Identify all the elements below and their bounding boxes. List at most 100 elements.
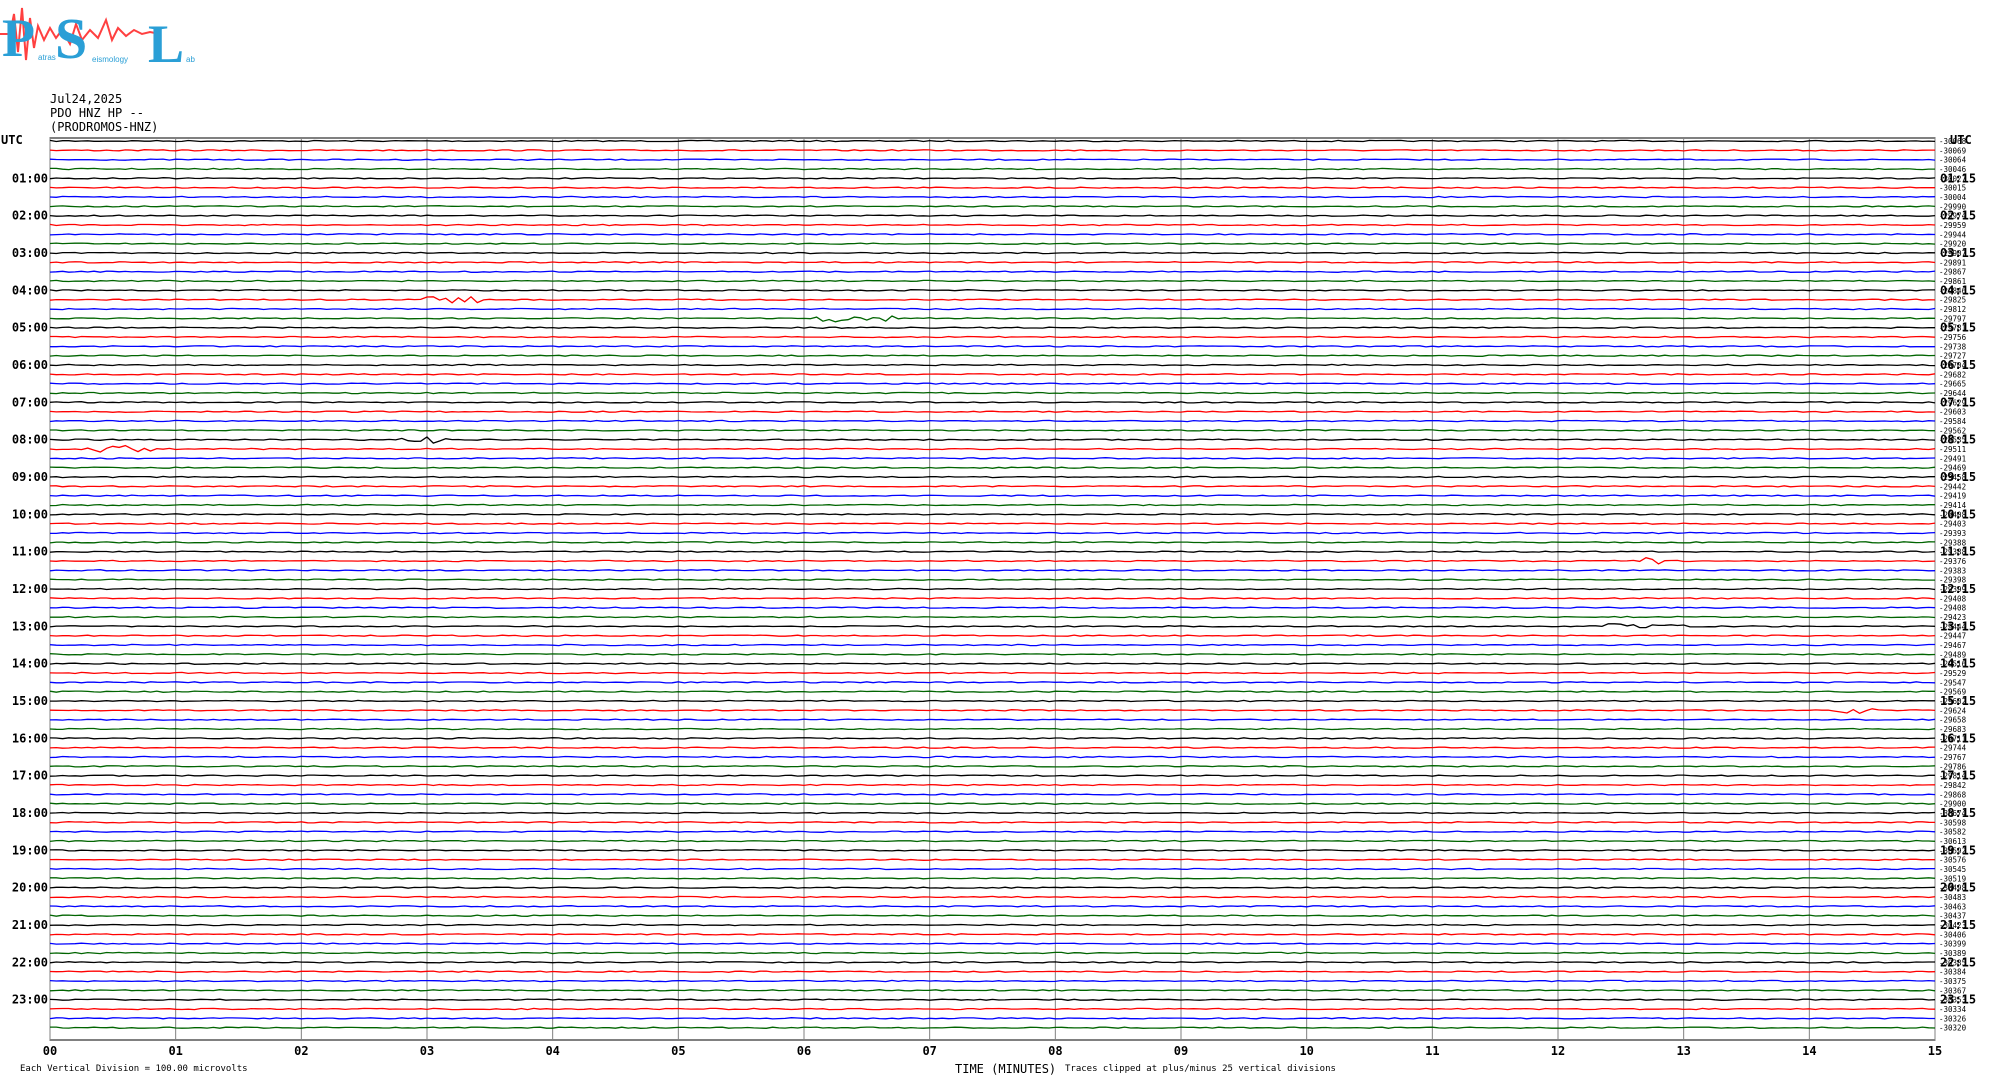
trace-offset-label: -29767 xyxy=(1939,753,1966,762)
x-tick-label: 08 xyxy=(1048,1044,1062,1058)
trace-line xyxy=(49,886,1936,889)
trace-line xyxy=(49,557,1936,565)
left-hour-label: 02:00 xyxy=(12,209,48,223)
left-hour-label: 17:00 xyxy=(12,769,48,783)
trace-offset-label: -30320 xyxy=(1939,1024,1967,1033)
trace-line xyxy=(49,513,1936,516)
right-hour-label: 03:15 xyxy=(1940,246,1976,260)
trace-line xyxy=(49,149,1935,152)
trace-offset-label: -29944 xyxy=(1939,230,1967,239)
right-hour-label: 13:15 xyxy=(1940,619,1976,633)
trace-line xyxy=(50,429,1936,432)
trace-line xyxy=(49,569,1936,572)
trace-line xyxy=(49,503,1935,507)
trace-line xyxy=(49,681,1936,684)
trace-line xyxy=(49,466,1936,469)
trace-line xyxy=(49,951,1936,955)
trace-offset-label: -30463 xyxy=(1939,902,1966,911)
footer-clip-note: Traces clipped at plus/minus 25 vertical… xyxy=(1065,1064,1336,1074)
left-hour-label: 06:00 xyxy=(12,358,48,372)
trace-line xyxy=(49,587,1936,591)
trace-line xyxy=(49,233,1936,236)
footer-scale-note: Each Vertical Division = 100.00 microvol… xyxy=(20,1064,248,1074)
left-axis-label: UTC xyxy=(1,133,23,147)
right-hour-label: 04:15 xyxy=(1940,283,1976,297)
right-hour-label: 16:15 xyxy=(1940,731,1976,745)
trace-line xyxy=(49,279,1936,283)
trace-offset-label: -29547 xyxy=(1939,678,1966,687)
trace-line xyxy=(49,578,1935,581)
trace-line xyxy=(49,541,1936,544)
trace-line xyxy=(49,998,1936,1001)
right-hour-label: 08:15 xyxy=(1940,433,1976,447)
trace-line xyxy=(49,708,1936,715)
trace-line xyxy=(49,485,1936,488)
trace-line xyxy=(49,905,1936,908)
right-hour-label: 06:15 xyxy=(1940,358,1976,372)
trace-line xyxy=(49,251,1936,255)
trace-offset-label: -29419 xyxy=(1939,492,1966,501)
x-tick-label: 02 xyxy=(294,1044,308,1058)
left-hour-label: 22:00 xyxy=(12,955,48,969)
x-tick-label: 04 xyxy=(545,1044,559,1058)
trace-line xyxy=(50,531,1936,535)
x-tick-label: 00 xyxy=(43,1044,57,1058)
right-hour-label: 20:15 xyxy=(1940,881,1976,895)
trace-line xyxy=(49,363,1936,367)
right-hour-label: 18:15 xyxy=(1940,806,1976,820)
right-hour-label: 01:15 xyxy=(1940,171,1976,185)
trace-line xyxy=(49,662,1936,665)
trace-line xyxy=(49,270,1936,273)
trace-offset-label: -29491 xyxy=(1939,454,1966,463)
trace-line xyxy=(49,737,1936,740)
trace-line xyxy=(49,373,1936,376)
x-tick-label: 05 xyxy=(671,1044,685,1058)
trace-line xyxy=(49,606,1936,609)
left-hour-label: 15:00 xyxy=(12,694,48,708)
left-hour-label: 01:00 xyxy=(12,171,48,185)
trace-line xyxy=(49,475,1935,479)
trace-offset-label: -30068 xyxy=(1939,137,1967,146)
trace-line xyxy=(49,830,1936,833)
right-hour-label: 21:15 xyxy=(1940,918,1976,932)
trace-line xyxy=(49,550,1936,553)
right-hour-label: 07:15 xyxy=(1940,395,1976,409)
left-hour-label: 03:00 xyxy=(12,246,48,260)
trace-line xyxy=(49,289,1935,292)
trace-line xyxy=(49,671,1936,675)
trace-offset-label: -30545 xyxy=(1939,865,1966,874)
trace-line xyxy=(49,177,1936,180)
trace-line xyxy=(49,214,1936,217)
trace-line xyxy=(49,765,1936,768)
trace-line xyxy=(49,914,1936,917)
trace-offset-label: -29867 xyxy=(1939,268,1966,277)
trace-offset-label: -29665 xyxy=(1939,380,1966,389)
trace-offset-label: -30582 xyxy=(1939,828,1966,837)
trace-line xyxy=(49,895,1936,899)
trace-line xyxy=(49,811,1936,815)
trace-offset-label: -30064 xyxy=(1939,156,1967,165)
trace-offset-label: -29738 xyxy=(1939,342,1967,351)
trace-line xyxy=(49,1017,1935,1020)
left-hour-label: 09:00 xyxy=(12,470,48,484)
trace-line xyxy=(49,690,1935,693)
left-hour-label: 16:00 xyxy=(12,731,48,745)
x-axis-label: TIME (MINUTES) xyxy=(955,1062,1057,1076)
trace-line xyxy=(49,653,1936,656)
trace-line xyxy=(49,634,1936,637)
trace-line xyxy=(49,597,1936,600)
trace-line xyxy=(49,933,1936,936)
trace-line xyxy=(49,522,1936,525)
trace-offset-label: -29383 xyxy=(1939,566,1966,575)
x-tick-label: 07 xyxy=(922,1044,936,1058)
left-hour-label: 21:00 xyxy=(12,918,48,932)
right-hour-label: 22:15 xyxy=(1940,955,1976,969)
trace-line xyxy=(49,643,1935,647)
trace-line xyxy=(49,1007,1936,1011)
trace-line xyxy=(49,307,1936,311)
right-hour-label: 10:15 xyxy=(1940,507,1976,521)
trace-line xyxy=(49,867,1935,871)
x-tick-label: 01 xyxy=(168,1044,182,1058)
trace-line xyxy=(49,326,1935,329)
trace-line xyxy=(49,821,1936,824)
